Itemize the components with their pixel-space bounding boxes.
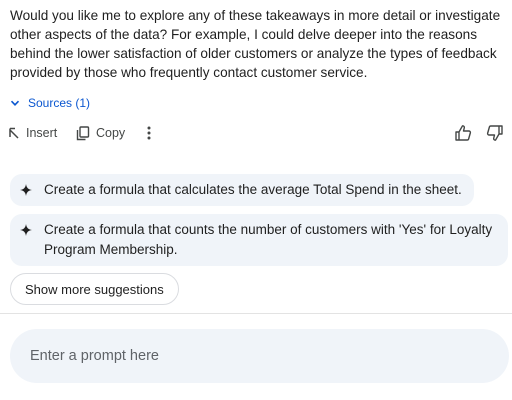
suggestion-text: Create a formula that counts the number … — [44, 222, 493, 257]
suggestion-text: Create a formula that calculates the ave… — [44, 182, 462, 197]
thumbs-down-icon — [486, 124, 504, 142]
sources-toggle[interactable]: Sources (1) — [10, 94, 90, 112]
chevron-down-icon — [10, 98, 20, 108]
more-vert-icon — [147, 126, 151, 140]
suggestion-chip[interactable]: Create a formula that counts the number … — [10, 214, 508, 266]
copy-label: Copy — [96, 126, 126, 140]
insert-icon — [8, 127, 20, 139]
response-text: Would you like me to explore any of thes… — [10, 8, 501, 80]
sparkle-icon — [20, 220, 32, 240]
prompt-input[interactable] — [28, 347, 491, 365]
insert-label: Insert — [26, 126, 58, 140]
suggestion-chip[interactable]: Create a formula that calculates the ave… — [10, 174, 474, 206]
show-more-suggestions-button[interactable]: Show more suggestions — [10, 273, 179, 305]
copy-button[interactable]: Copy — [76, 120, 125, 146]
thumbs-down-button[interactable] — [486, 120, 504, 146]
more-options-button[interactable] — [142, 120, 156, 146]
thumbs-up-icon — [454, 124, 472, 142]
response-actions: Insert Copy — [0, 120, 512, 146]
thumbs-up-button[interactable] — [454, 120, 472, 146]
sources-label: Sources (1) — [28, 96, 91, 110]
prompt-box[interactable] — [10, 329, 509, 383]
insert-button[interactable]: Insert — [8, 120, 57, 146]
divider — [0, 313, 512, 314]
sparkle-icon — [20, 180, 32, 200]
copy-icon — [76, 125, 90, 141]
